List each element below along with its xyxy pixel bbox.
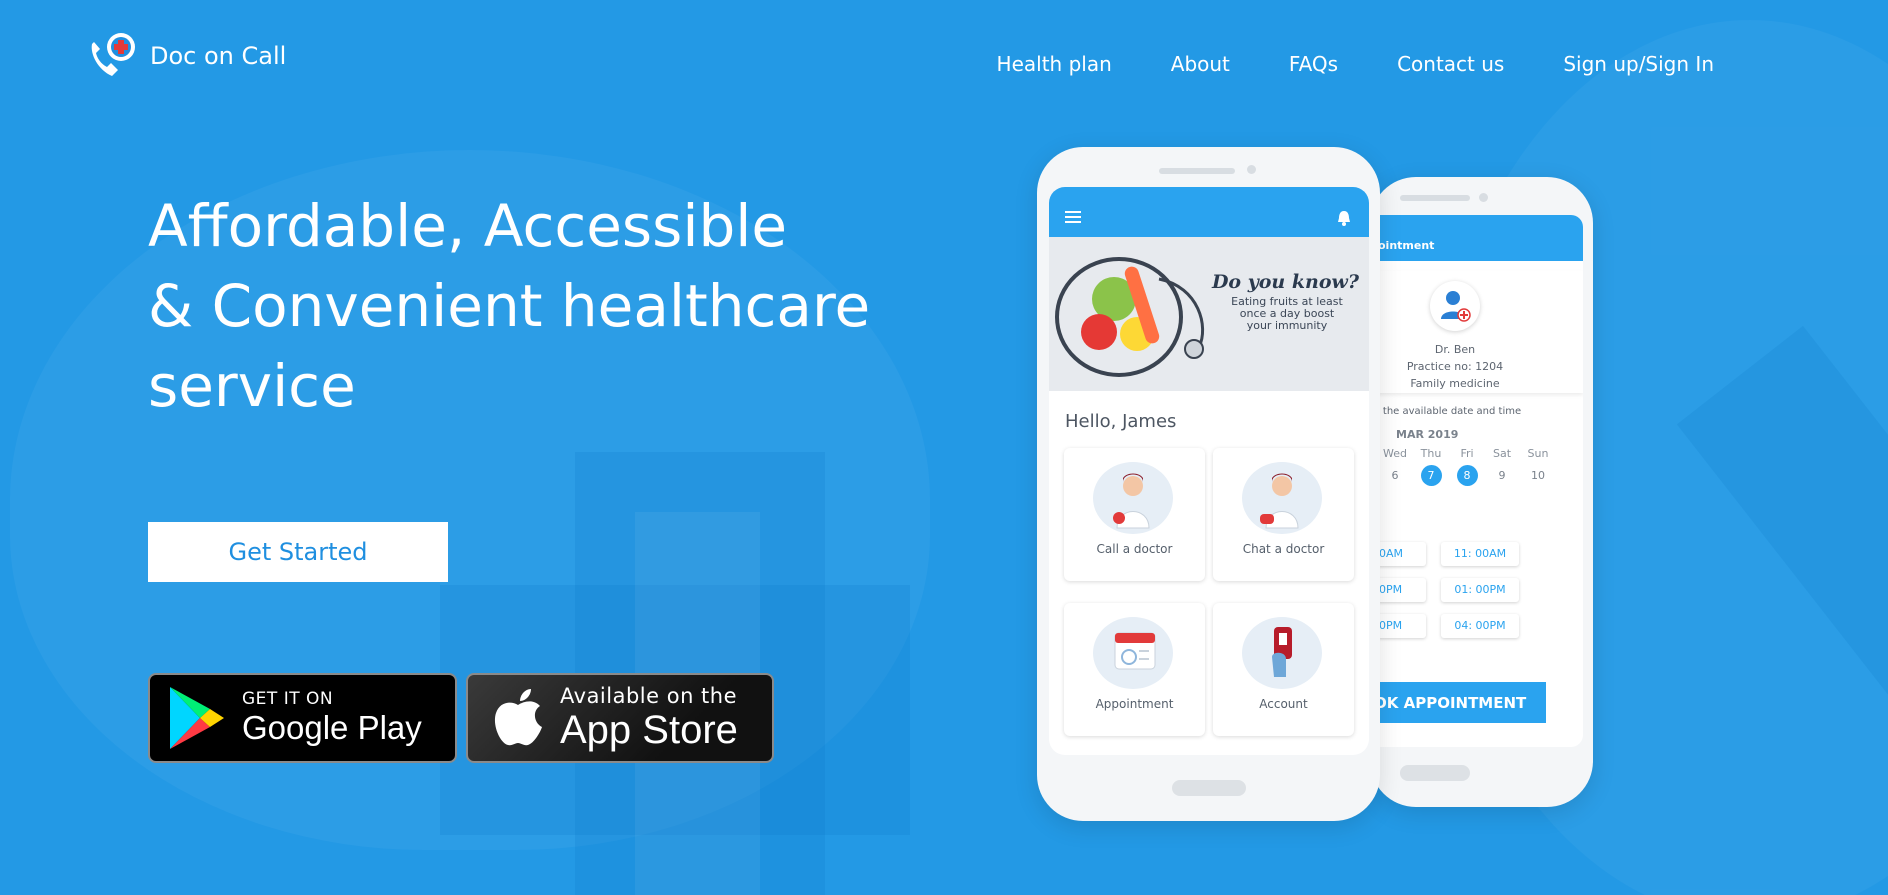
get-started-button[interactable]: Get Started <box>148 522 448 582</box>
day-number: 10 <box>1531 469 1545 482</box>
google-play-icon <box>170 687 224 749</box>
hero-title-line2: & Convenient healthcare <box>148 272 871 340</box>
doctor-specialty: Family medicine <box>1410 377 1500 390</box>
tile-label: Chat a doctor <box>1242 542 1325 556</box>
day-number-selected: 7 <box>1420 465 1442 486</box>
day-number-selected: 8 <box>1456 465 1478 486</box>
account-phone-icon <box>1242 617 1322 689</box>
day-sun[interactable]: Sun 10 <box>1523 447 1553 486</box>
tile-label: Account <box>1259 697 1308 711</box>
phone-speaker <box>1400 195 1470 201</box>
day-number: 9 <box>1498 469 1506 482</box>
phone-camera <box>1479 193 1488 202</box>
tile-label: Appointment <box>1095 697 1174 711</box>
day-wed[interactable]: Wed 6 <box>1380 447 1410 486</box>
nav-health-plan[interactable]: Health plan <box>997 52 1112 76</box>
day-name: Sat <box>1492 447 1512 460</box>
google-badge-big: Google Play <box>242 709 422 746</box>
date-instruction: m the available date and time <box>1370 406 1522 417</box>
apple-badge-big: App Store <box>560 708 738 752</box>
doctor-chat-icon <box>1242 462 1322 534</box>
day-name: Fri <box>1460 447 1474 460</box>
tile-label: Call a doctor <box>1096 542 1173 556</box>
promo-title: Do you know? <box>1211 271 1359 293</box>
phone-speaker <box>1159 168 1235 174</box>
home-screen: Do you know? Eating fruits at least once… <box>1049 187 1369 755</box>
doctor-avatar <box>1430 281 1480 331</box>
phone-mockup-home: Do you know? Eating fruits at least once… <box>1037 147 1380 821</box>
day-number: 6 <box>1391 469 1399 482</box>
home-app-bar <box>1049 187 1369 237</box>
google-badge-small: GET IT ON <box>242 689 334 709</box>
appointment-app-bar: ointment <box>1370 215 1583 261</box>
time-slot[interactable]: 11: 00AM <box>1441 542 1519 566</box>
call-doctor-tile[interactable]: Call a doctor <box>1064 448 1205 581</box>
day-name: Wed <box>1383 447 1407 460</box>
phone-home-button <box>1400 765 1470 781</box>
main-nav: Health plan About FAQs Contact us Sign u… <box>938 52 1714 76</box>
account-tile[interactable]: Account <box>1213 603 1354 736</box>
nav-faqs[interactable]: FAQs <box>1289 52 1338 76</box>
hero-title: Affordable, Accessible & Convenient heal… <box>148 186 908 426</box>
brand-logo[interactable]: Doc on Call <box>86 30 286 84</box>
nav-sign-in[interactable]: Sign up/Sign In <box>1563 52 1714 76</box>
time-slot[interactable]: 01: 00PM <box>1441 578 1519 602</box>
app-store-badge[interactable]: Available on the App Store <box>466 673 774 763</box>
phone-camera <box>1247 165 1256 174</box>
diagonal-band <box>1676 325 1888 835</box>
phone-medical-cross-icon <box>86 30 140 84</box>
fruits-stethoscope-illustration <box>1055 257 1205 377</box>
doctor-practice: Practice no: 1204 <box>1406 360 1504 373</box>
time-slot[interactable]: 04: 00PM <box>1441 614 1519 638</box>
greeting: Hello, James <box>1065 411 1177 432</box>
phone-home-button <box>1172 780 1246 796</box>
apple-badge-small: Available on the <box>560 684 738 708</box>
doctor-call-icon <box>1093 462 1173 534</box>
chat-doctor-tile[interactable]: Chat a doctor <box>1213 448 1354 581</box>
day-name: Thu <box>1420 447 1442 460</box>
day-fri[interactable]: Fri 8 <box>1452 447 1482 486</box>
day-thu[interactable]: Thu 7 <box>1416 447 1446 486</box>
doctor-name: Dr. Ben <box>1434 343 1476 356</box>
promo-text: Eating fruits at least once a day boost … <box>1231 295 1343 332</box>
menu-icon[interactable] <box>1065 211 1083 225</box>
hero-title-line3: service <box>148 352 356 420</box>
appointment-tile[interactable]: Appointment <box>1064 603 1205 736</box>
bell-icon[interactable] <box>1335 209 1353 227</box>
doctor-card: Dr. Ben Practice no: 1204 Family medicin… <box>1370 271 1583 393</box>
appointment-header: ointment <box>1378 239 1435 252</box>
apple-icon <box>494 689 542 746</box>
calendar-month: MAR 2019 <box>1396 428 1459 441</box>
google-play-badge[interactable]: GET IT ON Google Play <box>148 673 457 763</box>
book-appointment-button[interactable]: OK APPOINTMENT <box>1370 682 1546 723</box>
day-sat[interactable]: Sat 9 <box>1487 447 1517 486</box>
phone-mockup-appointment: ointment Dr. Ben Practice no: 1204 Famil… <box>1370 177 1593 807</box>
nav-contact-us[interactable]: Contact us <box>1397 52 1504 76</box>
nav-about[interactable]: About <box>1171 52 1230 76</box>
calendar-icon <box>1093 617 1173 689</box>
promo-banner[interactable]: Do you know? Eating fruits at least once… <box>1049 237 1369 391</box>
brand-name: Doc on Call <box>150 42 287 70</box>
day-name: Sun <box>1527 447 1549 460</box>
hero-title-line1: Affordable, Accessible <box>148 192 788 260</box>
appointment-screen: ointment Dr. Ben Practice no: 1204 Famil… <box>1370 215 1583 747</box>
